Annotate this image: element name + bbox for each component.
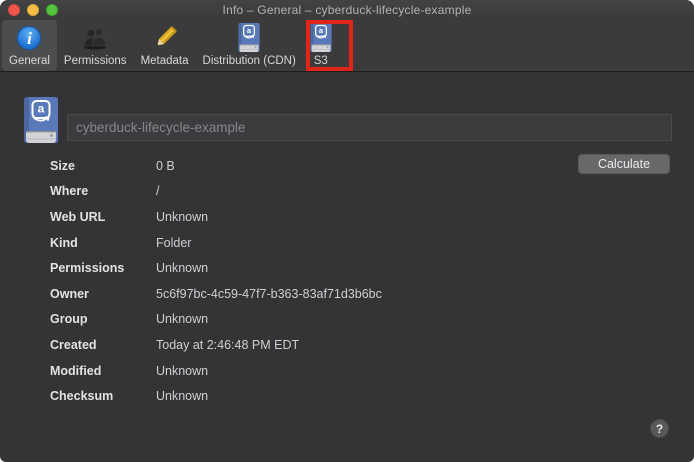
row-value: Unknown (156, 312, 208, 326)
row-label: Created (50, 338, 156, 352)
row-value: Unknown (156, 261, 208, 275)
toolbar: i General Permissions (0, 20, 694, 72)
tab-label: S3 (314, 55, 328, 67)
close-button[interactable] (8, 4, 20, 16)
info-table: Size 0 B Where / Web URL Unknown Kind Fo… (0, 153, 694, 409)
tab-label: Metadata (141, 55, 189, 67)
table-row-owner: Owner 5c6f97bc-4c59-47f7-b363-83af71d3b6… (0, 281, 694, 307)
row-value: / (156, 184, 159, 198)
table-row-where: Where / (0, 179, 694, 205)
help-button[interactable]: ? (650, 419, 669, 438)
calculate-button[interactable]: Calculate (578, 154, 670, 174)
table-row-group: Group Unknown (0, 307, 694, 333)
row-label: Permissions (50, 261, 156, 275)
row-label: Size (50, 159, 156, 173)
row-label: Owner (50, 287, 156, 301)
row-value: Unknown (156, 389, 208, 403)
tab-distribution-cdn[interactable]: Distribution (CDN) (196, 20, 303, 71)
row-value: 0 B (156, 159, 175, 173)
info-icon: i (17, 24, 41, 52)
filename-input[interactable] (67, 114, 672, 141)
s3-bucket-icon (24, 97, 58, 148)
traffic-lights (8, 4, 58, 16)
table-row-created: Created Today at 2:46:48 PM EDT (0, 332, 694, 358)
s3-drive-icon (310, 23, 332, 52)
row-label: Modified (50, 364, 156, 378)
row-label: Web URL (50, 210, 156, 224)
zoom-button[interactable] (46, 4, 58, 16)
window-title: Info – General – cyberduck-lifecycle-exa… (223, 3, 472, 17)
tab-general[interactable]: i General (2, 20, 57, 71)
tab-label: General (9, 55, 50, 67)
row-label: Group (50, 312, 156, 326)
s3-drive-icon (238, 23, 260, 52)
row-value: Folder (156, 236, 191, 250)
row-label: Kind (50, 236, 156, 250)
table-row-modified: Modified Unknown (0, 358, 694, 384)
tab-permissions[interactable]: Permissions (57, 20, 134, 71)
table-row-permissions: Permissions Unknown (0, 255, 694, 281)
people-icon (80, 24, 110, 52)
row-value: Unknown (156, 364, 208, 378)
row-label: Checksum (50, 389, 156, 403)
tab-metadata[interactable]: Metadata (134, 20, 196, 71)
title-bar: Info – General – cyberduck-lifecycle-exa… (0, 0, 694, 20)
row-value: Today at 2:46:48 PM EDT (156, 338, 299, 352)
table-row-kind: Kind Folder (0, 230, 694, 256)
table-row-checksum: Checksum Unknown (0, 383, 694, 409)
table-row-web-url: Web URL Unknown (0, 204, 694, 230)
tab-label: Permissions (64, 55, 127, 67)
pencil-icon (151, 24, 179, 52)
info-window: Info – General – cyberduck-lifecycle-exa… (0, 0, 694, 462)
row-label: Where (50, 184, 156, 198)
tab-s3[interactable]: S3 (303, 20, 339, 71)
tab-label: Distribution (CDN) (203, 55, 296, 67)
row-value: Unknown (156, 210, 208, 224)
minimize-button[interactable] (27, 4, 39, 16)
row-value: 5c6f97bc-4c59-47f7-b363-83af71d3b6bc (156, 287, 382, 301)
